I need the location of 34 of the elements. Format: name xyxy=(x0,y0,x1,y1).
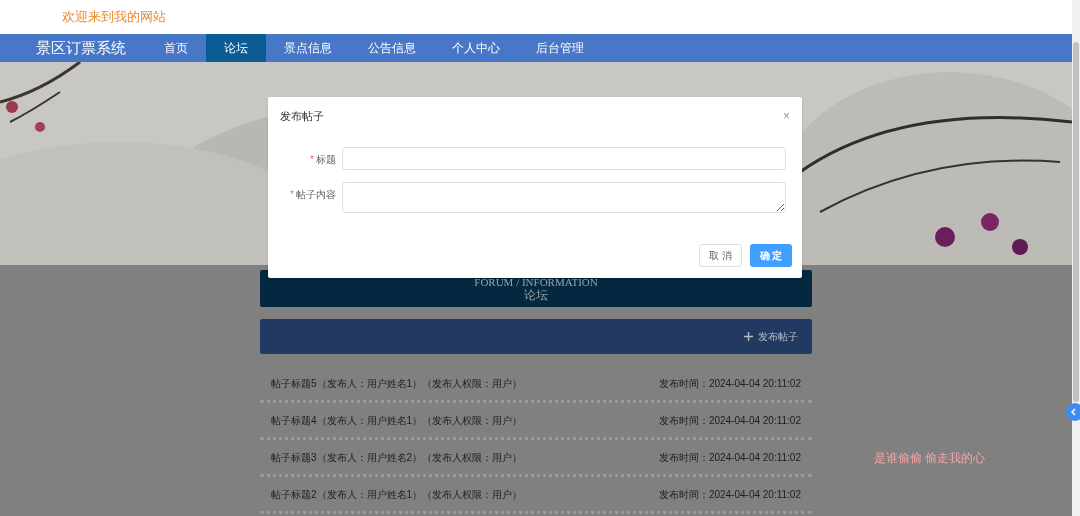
post-time: 发布时间：2024-04-04 20:11:02 xyxy=(658,413,801,428)
nav-tab[interactable]: 公告信息 xyxy=(350,34,434,62)
banner-title: FORUM / INFORMATION xyxy=(474,276,598,288)
field-label: 帖子内容 xyxy=(296,187,336,202)
cancel-button[interactable]: 取 消 xyxy=(699,244,742,267)
floating-text: 是谁偷偷 偷走我的心 xyxy=(874,450,986,467)
nav-tab[interactable]: 景点信息 xyxy=(266,34,350,62)
nav-tab[interactable]: 论坛 xyxy=(206,34,266,62)
nav-tab[interactable]: 首页 xyxy=(146,34,206,62)
post-title[interactable]: 帖子标题3（发布人：用户姓名2）（发布人权限：用户） xyxy=(271,449,523,465)
post-time: 发布时间：2024-04-04 20:11:02 xyxy=(658,376,801,391)
nav-tab[interactable]: 个人中心 xyxy=(434,34,518,62)
post-title[interactable]: 帖子标题2（发布人：用户姓名1）（发布人权限：用户） xyxy=(271,486,523,502)
dialog-title: 发布帖子 xyxy=(280,109,324,124)
nav-tab[interactable]: 后台管理 xyxy=(518,34,602,62)
plus-icon xyxy=(744,332,753,341)
scrollbar[interactable] xyxy=(1072,0,1080,516)
post-time: 发布时间：2024-04-04 20:11:02 xyxy=(658,450,801,465)
chevron-left-icon xyxy=(1071,408,1076,416)
required-mark: * xyxy=(310,152,314,167)
site-title: 景区订票系统 xyxy=(36,37,127,58)
banner-subtitle: 论坛 xyxy=(524,289,548,301)
side-tab[interactable] xyxy=(1066,403,1080,421)
post-time: 发布时间：2024-04-04 20:11:02 xyxy=(658,487,801,502)
new-post-button[interactable]: 发布帖子 xyxy=(744,329,798,344)
close-button[interactable]: × xyxy=(783,110,790,123)
welcome-text: 欢迎来到我的网站 xyxy=(62,8,166,27)
required-mark: * xyxy=(290,187,294,202)
field-label: 标题 xyxy=(316,152,336,167)
post-title[interactable]: 帖子标题4（发布人：用户姓名1）（发布人权限：用户） xyxy=(271,412,523,428)
confirm-button[interactable]: 确 定 xyxy=(750,244,792,267)
title-field[interactable] xyxy=(342,146,786,170)
post-title[interactable]: 帖子标题5（发布人：用户姓名1）（发布人权限：用户） xyxy=(271,375,523,391)
content-field[interactable] xyxy=(342,181,786,213)
